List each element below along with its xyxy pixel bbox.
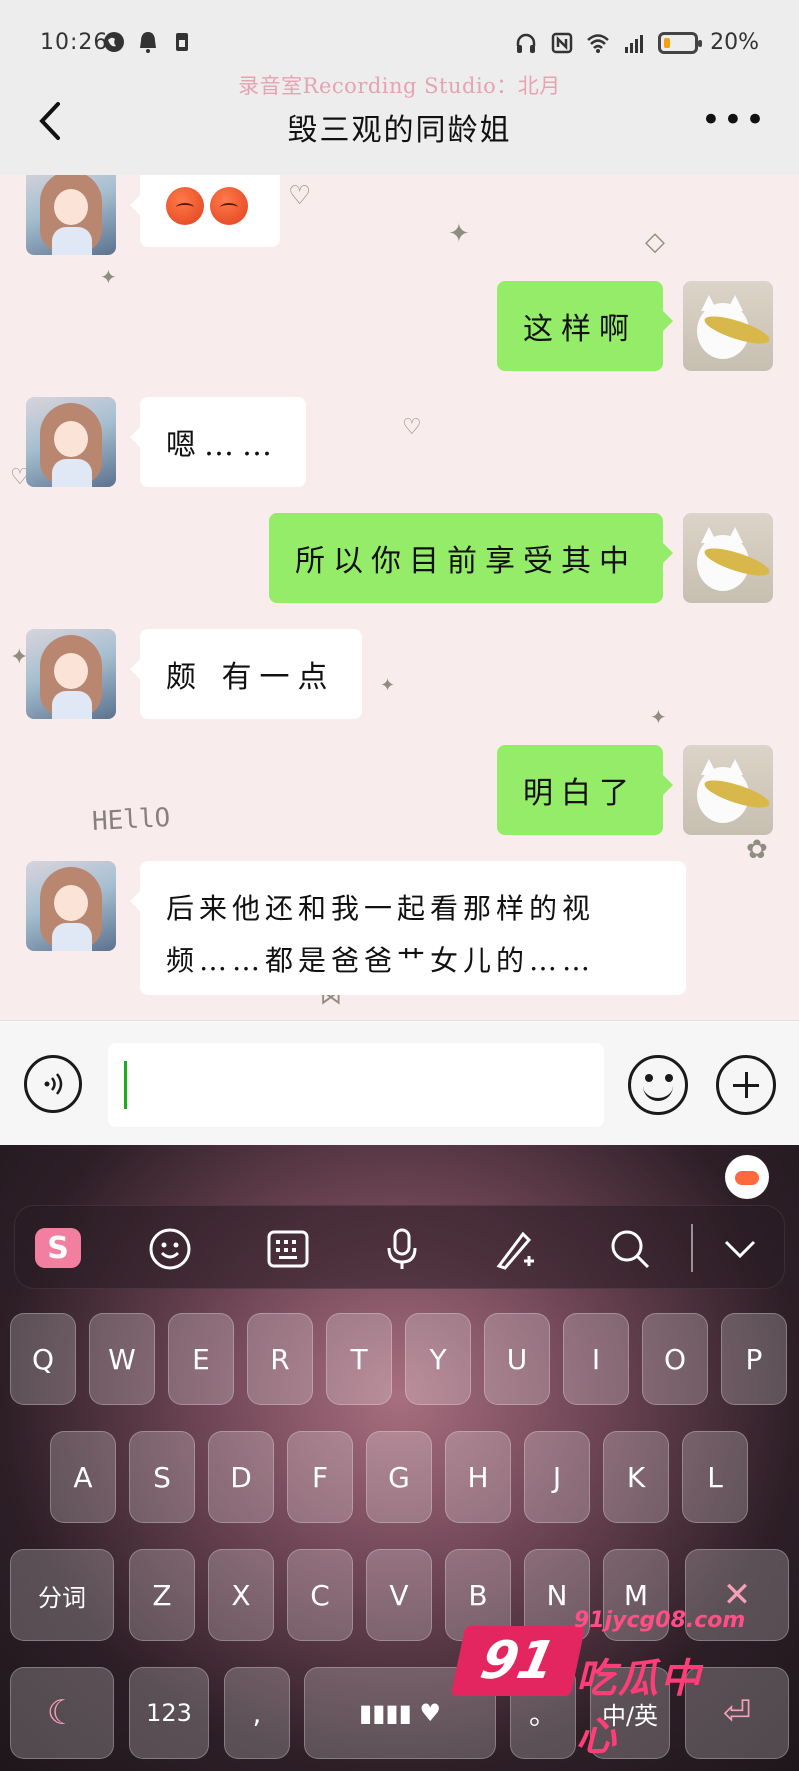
key-s[interactable]: S	[129, 1431, 195, 1523]
key-w[interactable]: W	[89, 1313, 155, 1405]
page-title: 毁三观的同龄姐	[287, 113, 512, 148]
watermark-name: 吃瓜中心	[576, 1656, 702, 1760]
message-bubble-right[interactable]: 这样啊	[497, 281, 673, 371]
emoji-face-icon[interactable]	[628, 1055, 688, 1115]
recording-watermark: 录音室Recording Studio：北月	[238, 74, 561, 98]
watermark-url: 91jycg08.com	[574, 1608, 746, 1633]
sogou-logo-icon[interactable]: S	[35, 1228, 81, 1268]
message-bubble-right[interactable]: 明白了	[497, 745, 673, 835]
key-i[interactable]: I	[563, 1313, 629, 1405]
toolbar-divider	[691, 1224, 693, 1272]
sparkle-doodle-icon: ✦	[380, 675, 396, 696]
keyboard-mascot-icon[interactable]	[725, 1155, 769, 1199]
my-avatar[interactable]	[683, 513, 773, 603]
key-f[interactable]: F	[287, 1431, 353, 1523]
sad-face-emoji-icon	[166, 187, 204, 225]
input-bar	[0, 1020, 799, 1145]
sad-face-emoji-icon	[210, 187, 248, 225]
key-e[interactable]: E	[168, 1313, 234, 1405]
status-bar: 10:26 20%	[0, 0, 799, 70]
message-input[interactable]	[108, 1043, 604, 1127]
handwriting-icon[interactable]	[493, 1226, 539, 1272]
message-line: 频……都是爸爸艹女儿的……	[166, 944, 596, 977]
key-c[interactable]: C	[287, 1549, 353, 1641]
more-dots-icon[interactable]: •••	[701, 100, 767, 140]
contact-avatar[interactable]	[26, 397, 116, 487]
contact-avatar[interactable]	[26, 175, 116, 255]
text-caret	[124, 1061, 127, 1109]
plus-circle-icon[interactable]	[716, 1055, 776, 1115]
key-h[interactable]: H	[445, 1431, 511, 1523]
heart-doodle-icon: ♡	[288, 181, 312, 211]
chat-header: 录音室Recording Studio：北月 毁三观的同龄姐 •••	[0, 70, 799, 175]
key-u[interactable]: U	[484, 1313, 550, 1405]
key-a[interactable]: A	[50, 1431, 116, 1523]
key-d[interactable]: D	[208, 1431, 274, 1523]
message-bubble-left[interactable]: 嗯……	[130, 397, 306, 487]
signal-icon	[625, 34, 644, 53]
message-bubble-left[interactable]: 颇 有一点	[130, 629, 362, 719]
theme-moon-key[interactable]: ☾	[10, 1667, 114, 1759]
key-j[interactable]: J	[524, 1431, 590, 1523]
key-t[interactable]: T	[326, 1313, 392, 1405]
message-bubble-left[interactable]: 后来他还和我一起看那样的视 频……都是爸爸艹女儿的……	[130, 861, 686, 995]
key-o[interactable]: O	[642, 1313, 708, 1405]
battery-fill	[664, 37, 671, 48]
message-bubble-left[interactable]	[130, 175, 280, 247]
sparkle-doodle-icon: ✦	[448, 219, 470, 249]
keyboard-icon[interactable]	[265, 1226, 311, 1272]
key-p[interactable]: P	[721, 1313, 787, 1405]
my-avatar[interactable]	[683, 745, 773, 835]
voice-wave-icon	[44, 1073, 63, 1095]
key-l[interactable]: L	[682, 1431, 748, 1523]
headphone-icon	[516, 33, 536, 53]
key-k[interactable]: K	[603, 1431, 669, 1523]
flower-doodle-icon: ✿	[746, 835, 768, 865]
search-icon[interactable]	[607, 1226, 653, 1272]
voice-icon[interactable]	[24, 1055, 82, 1113]
sparkle-doodle-icon: ✦	[650, 705, 667, 729]
keyboard-toolbar: S	[14, 1205, 785, 1289]
nfc-icon	[551, 32, 573, 53]
key-r[interactable]: R	[247, 1313, 313, 1405]
sparkle-doodle-icon: ✦	[100, 265, 117, 289]
wifi-icon	[587, 33, 609, 53]
watermark-logo: 91	[450, 1626, 586, 1696]
status-icons-left	[102, 30, 194, 54]
key-comma[interactable]: ,	[224, 1667, 290, 1759]
contact-avatar[interactable]	[26, 861, 116, 951]
hello-doodle: HEllO	[91, 802, 172, 838]
chat-messages[interactable]: ♡ ✦ ◇ ✦ ♡ ♡ ⋈ ✦ ✦ ✦ HEllO ✿ ⋈ 这样啊 嗯…… 所以…	[0, 175, 799, 1020]
collapse-icon[interactable]	[717, 1226, 763, 1272]
bell-icon	[140, 32, 156, 53]
globe-icon	[104, 32, 124, 52]
key-z[interactable]: Z	[129, 1549, 195, 1641]
key-v[interactable]: V	[366, 1549, 432, 1641]
key-y[interactable]: Y	[405, 1313, 471, 1405]
heart-doodle-icon: ♡	[402, 415, 422, 440]
key-q[interactable]: Q	[10, 1313, 76, 1405]
sim-icon	[176, 33, 188, 51]
site-watermark: 91 91jycg08.com 吃瓜中心	[450, 1600, 745, 1760]
battery-icon	[658, 31, 703, 54]
my-avatar[interactable]	[683, 281, 773, 371]
battery-percent: 20%	[710, 30, 759, 55]
message-bubble-right[interactable]: 所以你目前享受其中	[269, 513, 673, 603]
status-time: 10:26	[40, 30, 109, 55]
emoji-icon[interactable]	[147, 1226, 193, 1272]
key-g[interactable]: G	[366, 1431, 432, 1523]
key-x[interactable]: X	[208, 1549, 274, 1641]
mic-icon[interactable]	[379, 1226, 425, 1272]
diamond-doodle-icon: ◇	[645, 227, 665, 257]
key-123[interactable]: 123	[129, 1667, 209, 1759]
contact-avatar[interactable]	[26, 629, 116, 719]
status-icons-right: 20%	[514, 30, 759, 55]
key-fenci[interactable]: 分词	[10, 1549, 114, 1641]
message-line: 后来他还和我一起看那样的视	[166, 892, 596, 925]
